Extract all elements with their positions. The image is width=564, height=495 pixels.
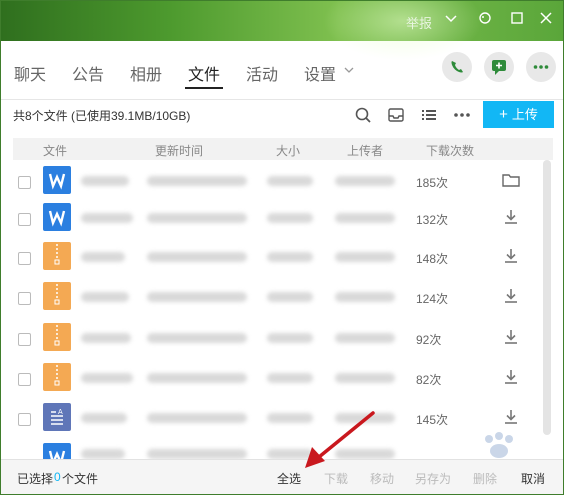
- watermark-logo: [485, 432, 513, 458]
- annotation-arrow: [305, 411, 375, 468]
- group-files-window: 举报 聊天 公告 相册 文件 活动 设置 共8个文件 (已使用39.1MB/10…: [0, 0, 564, 495]
